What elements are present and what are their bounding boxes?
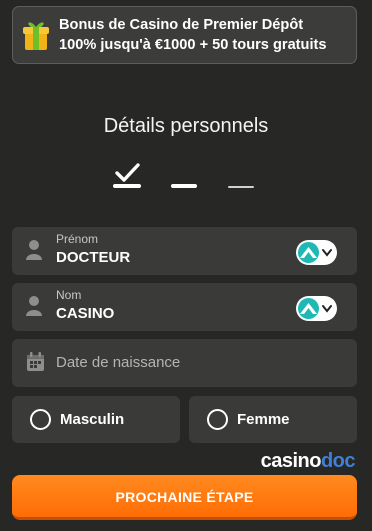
chevron-down-icon <box>322 249 332 257</box>
step-2-bar <box>171 184 197 188</box>
last-name-field[interactable]: Nom CASINO <box>12 283 357 331</box>
gender-male-option[interactable]: Masculin <box>12 396 180 443</box>
bonus-banner[interactable]: Bonus de Casino de Premier Dépôt 100% ju… <box>12 6 357 64</box>
step-3-bar <box>228 186 254 188</box>
last-name-value[interactable]: CASINO <box>56 305 114 322</box>
bonus-text: Bonus de Casino de Premier Dépôt 100% ju… <box>59 15 327 55</box>
radio-circle[interactable] <box>30 409 51 430</box>
bonus-line-2: 100% jusqu'à €1000 + 50 tours gratuits <box>59 37 327 53</box>
autofill-badge[interactable] <box>296 296 337 321</box>
autofill-badge[interactable] <box>296 240 337 265</box>
page-title: Détails personnels <box>103 115 269 137</box>
bonus-line-1: Bonus de Casino de Premier Dépôt <box>59 17 304 33</box>
birthdate-placeholder[interactable]: Date de naissance <box>56 354 180 371</box>
autofill-logo-icon <box>298 298 319 319</box>
autofill-logo-icon <box>298 242 319 263</box>
step-1-bar <box>113 184 141 188</box>
gift-icon <box>23 22 49 50</box>
brand-name-part1: casino <box>260 450 322 472</box>
gender-male-label: Masculin <box>60 411 125 428</box>
person-icon <box>26 240 42 260</box>
first-name-label: Prénom <box>56 232 99 246</box>
brand-logo: casinodoc <box>260 450 356 473</box>
gender-female-label: Femme <box>237 411 290 428</box>
calendar-icon <box>27 352 44 371</box>
person-icon <box>26 296 42 316</box>
gender-female-option[interactable]: Femme <box>189 396 357 443</box>
brand-name-part2: doc <box>320 450 356 472</box>
first-name-value[interactable]: DOCTEUR <box>56 249 130 266</box>
radio-circle[interactable] <box>207 409 228 430</box>
next-step-button[interactable]: PROCHAINE ÉTAPE <box>12 475 357 520</box>
birthdate-field[interactable]: Date de naissance <box>12 339 357 387</box>
first-name-field[interactable]: Prénom DOCTEUR <box>12 227 357 275</box>
check-icon <box>115 163 140 182</box>
chevron-down-icon <box>322 305 332 313</box>
last-name-label: Nom <box>56 288 82 302</box>
